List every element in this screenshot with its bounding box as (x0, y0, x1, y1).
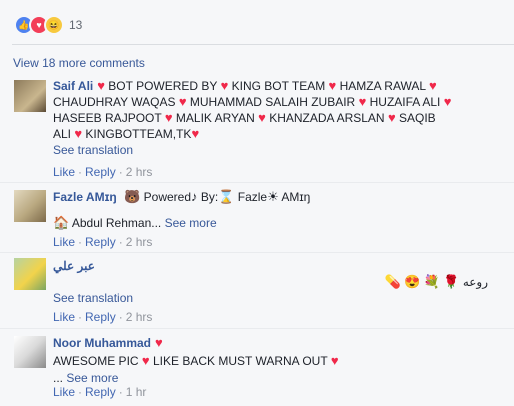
comment-author[interactable]: Fazle AMɪŋ (53, 190, 117, 204)
heart-icon: ♥ (428, 78, 437, 93)
comment-text: SAQIB (399, 111, 436, 125)
comment-body: Saif Ali ♥ BOT POWERED BY ♥ KING BOT TEAM… (53, 78, 486, 158)
like-button[interactable]: Like (53, 310, 75, 324)
comment-text: Fazle (237, 190, 268, 204)
divider (0, 182, 514, 183)
pill-emoji-icon: 💊 (384, 274, 401, 289)
view-more-comments-link[interactable]: View 18 more comments (13, 56, 145, 70)
see-more-link[interactable]: See more (66, 371, 118, 385)
reaction-count[interactable]: 13 (69, 18, 82, 32)
avatar[interactable] (14, 80, 46, 112)
comment-actions: Like · Reply · 2 hrs (53, 165, 153, 179)
heart-icon: ♥ (178, 94, 187, 109)
comment-text: LIKE BACK MUST WARNA OUT (152, 354, 328, 368)
comment-text: HAMZA RAWAL (339, 79, 426, 93)
reply-button[interactable]: Reply (85, 165, 116, 179)
comment-text: Powered (143, 190, 192, 204)
like-button[interactable]: Like (53, 385, 75, 399)
comment-text: ALI (53, 127, 72, 141)
comment-text: HUZAIFA ALI (369, 95, 441, 109)
divider (12, 44, 514, 45)
comment-text: CHAUDHRAY WAQAS (53, 95, 176, 109)
comment-body: عبر علي (53, 258, 486, 274)
divider (0, 328, 514, 329)
heart-eyes-emoji-icon: 😍 (404, 274, 421, 289)
comment-author[interactable]: Saif Ali (53, 79, 93, 93)
heart-icon: ♥ (387, 110, 396, 125)
comment-text: Abdul Rehman... (71, 216, 162, 230)
comment-body: Noor Muhammad ♥ AWESOME PIC ♥ LIKE BACK M… (53, 334, 486, 387)
comment-timestamp[interactable]: 2 hrs (126, 235, 153, 249)
comment-actions: Like · Reply · 2 hrs (53, 235, 153, 249)
avatar[interactable] (14, 336, 46, 368)
comment-author[interactable]: Noor Muhammad (53, 336, 151, 350)
avatar[interactable] (14, 190, 46, 222)
heart-icon: ♥ (74, 126, 83, 141)
comment-body: Fazle AMɪŋ 🐻 Powered♪ By:⌛ Fazle☀ AMɪŋ 🏠… (53, 188, 486, 232)
heart-icon: ♥ (155, 335, 163, 350)
flower-emoji-icon: 💐 (423, 274, 440, 289)
comment-timestamp[interactable]: 2 hrs (126, 310, 153, 324)
reply-button[interactable]: Reply (85, 385, 116, 399)
comment-text: HASEEB RAJPOOT (53, 111, 162, 125)
heart-icon: ♥ (141, 353, 150, 368)
reactions-summary[interactable]: 👍 ♥ 😆 13 (14, 14, 82, 36)
music-note-icon: ♪ (191, 189, 198, 204)
heart-icon: ♥ (258, 110, 266, 125)
reply-button[interactable]: Reply (85, 235, 116, 249)
comment-text: AMɪŋ (281, 190, 311, 204)
comment-text: KHANZADA ARSLAN (269, 111, 385, 125)
haha-reaction-icon: 😆 (44, 15, 64, 35)
like-button[interactable]: Like (53, 235, 75, 249)
rose-emoji-icon: 🌹 (443, 274, 460, 289)
ellipsis: ... (53, 371, 64, 385)
comment-author[interactable]: عبر علي (53, 259, 95, 273)
sun-icon: ☀ (267, 189, 279, 204)
reply-button[interactable]: Reply (85, 310, 116, 324)
comment-text: MALIK ARYAN (175, 111, 255, 125)
comment-timestamp[interactable]: 1 hr (126, 385, 147, 399)
heart-icon: ♥ (164, 110, 173, 125)
heart-icon: ♥ (191, 126, 200, 141)
house-icon: 🏠 (53, 215, 70, 230)
heart-icon: ♥ (220, 78, 229, 93)
divider (0, 252, 514, 253)
comment-text: KINGBOTTEAM,TK (85, 127, 192, 141)
dog-emoji-icon: 🐻 (124, 189, 141, 204)
comment-actions: Like · Reply · 2 hrs (53, 310, 153, 324)
like-button[interactable]: Like (53, 165, 75, 179)
comment-text: روعه (462, 275, 488, 289)
hourglass-icon: ⌛ (218, 189, 235, 204)
heart-icon: ♥ (97, 78, 105, 93)
comment-text: KING BOT TEAM (231, 79, 326, 93)
see-more-link[interactable]: See more (165, 216, 217, 230)
comment-text: MUHAMMAD SALAIH ZUBAIR (189, 95, 356, 109)
see-translation-row: See translation (53, 291, 133, 305)
comment-text: AWESOME PIC (53, 354, 139, 368)
heart-icon: ♥ (328, 78, 337, 93)
comment-timestamp[interactable]: 2 hrs (126, 165, 153, 179)
avatar[interactable] (14, 258, 46, 290)
heart-icon: ♥ (443, 94, 452, 109)
see-translation-link[interactable]: See translation (53, 291, 133, 305)
comment-text: BOT POWERED BY (108, 79, 218, 93)
see-translation-link[interactable]: See translation (53, 143, 133, 157)
heart-icon: ♥ (330, 353, 339, 368)
heart-icon: ♥ (358, 94, 367, 109)
comment-text-rtl: 💊 😍 💐 🌹 روعه (385, 274, 488, 290)
comment-actions: Like · Reply · 1 hr (53, 385, 147, 399)
comment-text: By: (200, 190, 219, 204)
